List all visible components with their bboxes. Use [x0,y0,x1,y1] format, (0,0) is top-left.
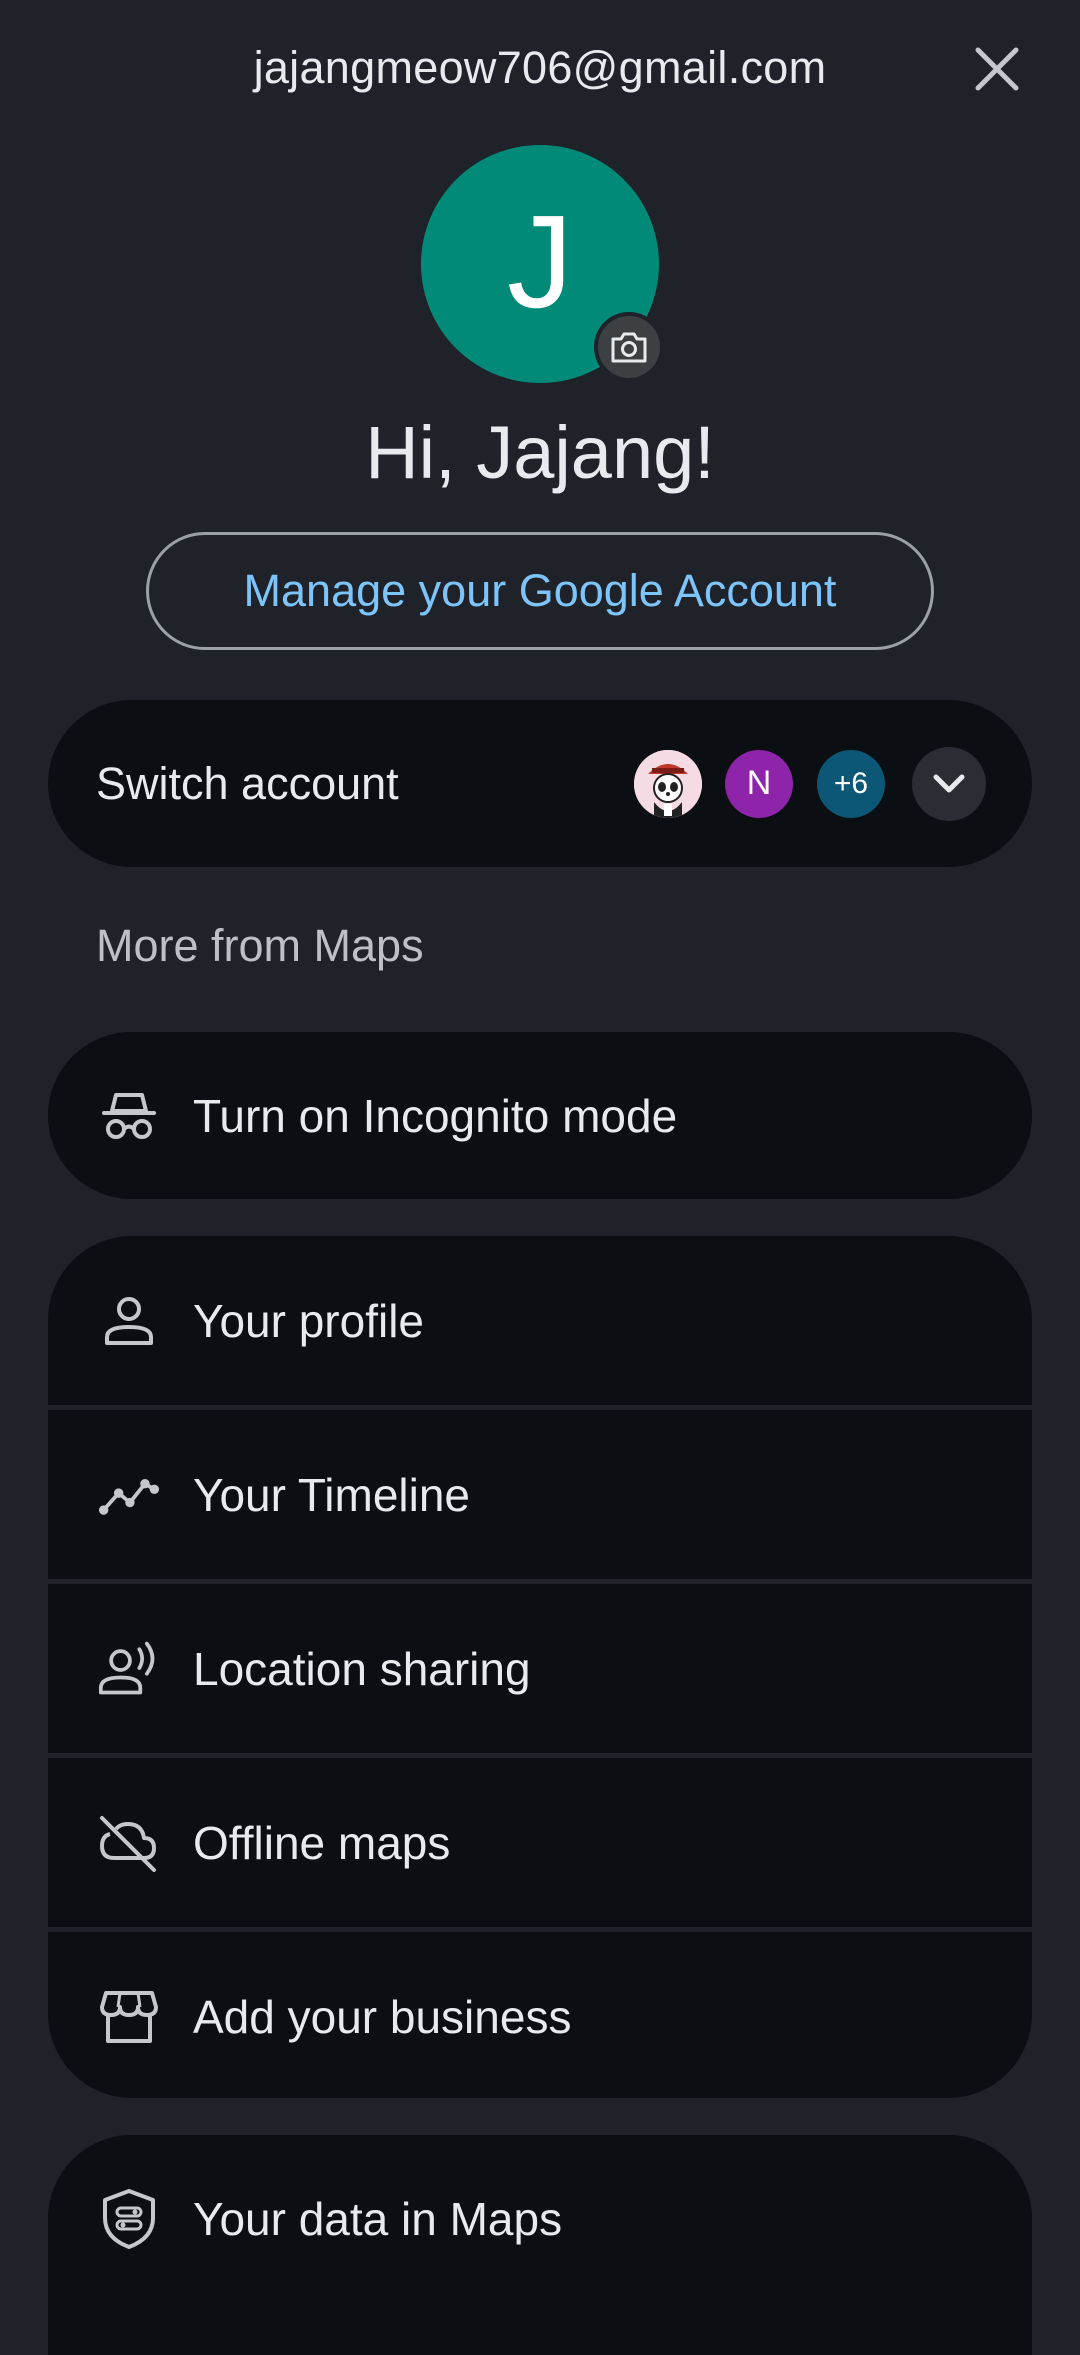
maps-menu-group: Your profile Your Timeline Location shar [48,1236,1032,2098]
menu-item-offline-maps[interactable]: Offline maps [48,1758,1032,1927]
timeline-icon [98,1464,160,1526]
location-sharing-icon [98,1638,160,1700]
menu-item-label: Your data in Maps [193,2192,563,2245]
menu-item-label: Offline maps [193,1816,451,1869]
section-title-more-from-maps: More from Maps [96,920,424,971]
greeting-text: Hi, Jajang! [365,411,715,494]
account-email: jajangmeow706@gmail.com [253,42,827,93]
expand-accounts-button[interactable] [912,746,986,821]
camera-icon [611,332,647,363]
menu-item-add-business[interactable]: Add your business [48,1932,1032,2098]
menu-item-location-sharing[interactable]: Location sharing [48,1584,1032,1753]
menu-item-label: Add your business [193,1990,572,2043]
menu-item-label: Location sharing [193,1642,531,1695]
menu-item-label: Your Timeline [193,1468,471,1521]
person-icon [98,1290,160,1352]
data-card: Your data in Maps [48,2135,1032,2355]
incognito-mode-item[interactable]: Turn on Incognito mode [48,1032,1032,1199]
panda-avatar-icon [634,749,702,818]
manage-account-button[interactable]: Manage your Google Account [146,532,934,650]
avatar-letter: J [507,187,573,335]
close-icon [975,47,1019,91]
menu-item-your-timeline[interactable]: Your Timeline [48,1410,1032,1579]
menu-item-your-profile[interactable]: Your profile [48,1236,1032,1405]
cloud-off-icon [98,1812,160,1874]
shield-icon [98,2188,160,2250]
incognito-label: Turn on Incognito mode [193,1089,678,1142]
account-avatar-n[interactable]: N [725,749,793,818]
chevron-down-icon [933,774,965,792]
more-accounts-badge[interactable]: +6 [817,749,885,818]
change-photo-button[interactable] [594,312,664,382]
incognito-icon [98,1085,160,1147]
switch-account-row[interactable]: Switch account N +6 [48,700,1032,867]
switch-account-label: Switch account [96,757,399,809]
menu-item-your-data[interactable]: Your data in Maps [48,2135,1032,2302]
account-avatar-panda[interactable] [634,749,702,818]
close-button[interactable] [970,42,1024,96]
storefront-icon [98,1986,160,2048]
incognito-card: Turn on Incognito mode [48,1032,1032,1199]
menu-item-label: Your profile [193,1294,425,1347]
